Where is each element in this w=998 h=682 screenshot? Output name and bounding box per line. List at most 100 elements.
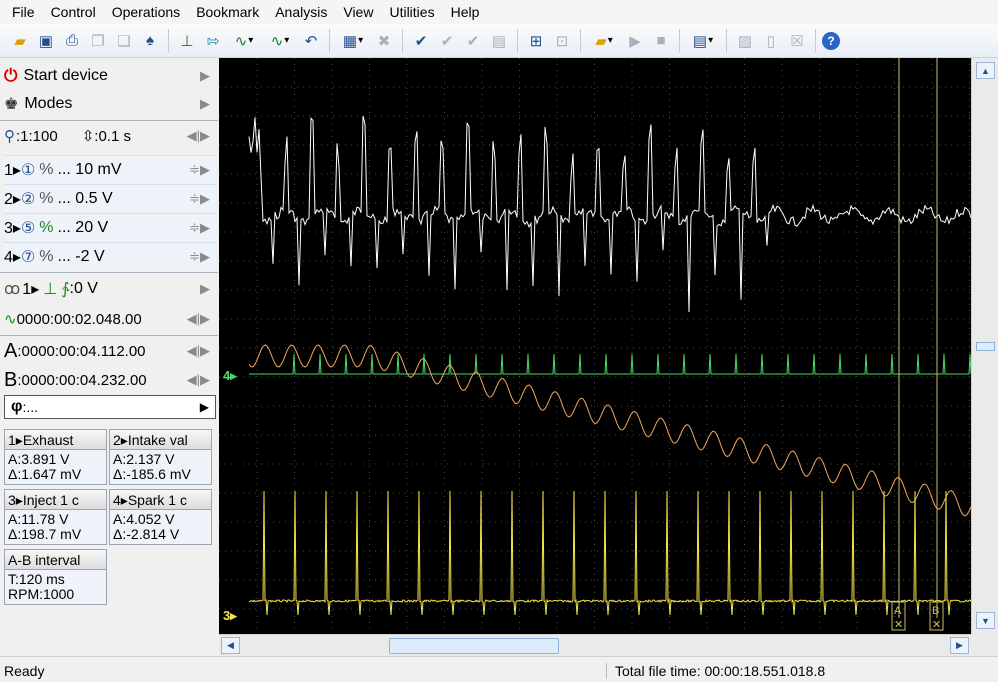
chevron-right-icon: ▶ <box>200 68 210 83</box>
scroll-right-icon[interactable]: ▶ <box>950 637 969 654</box>
menu-bookmark[interactable]: Bookmark <box>188 0 267 24</box>
status-bar: Ready Total file time: 00:00:18.551.018.… <box>0 656 998 682</box>
copy-icon[interactable]: ❐ <box>86 29 110 53</box>
check-all-icon[interactable]: ✔ <box>461 29 485 53</box>
open-macro-icon[interactable]: ▰ <box>587 29 621 53</box>
arrow-probe-icon[interactable]: ⇰ <box>201 29 225 53</box>
menu-file[interactable]: File <box>4 0 43 24</box>
signal-down-icon[interactable]: ∿ <box>263 29 297 53</box>
trigger-level-icon: ∱ <box>61 281 70 298</box>
info-header: 1▸Exhaust <box>5 430 106 450</box>
adjust-arrows-icon[interactable]: ◀|▶ <box>187 128 210 144</box>
adjust-arrows-icon[interactable]: ≑▶ <box>189 191 210 207</box>
scroll-up-icon[interactable]: ▲ <box>976 62 995 79</box>
save-icon[interactable]: ▣ <box>34 29 58 53</box>
cursor-b-tag: B <box>932 605 939 617</box>
oscilloscope-display[interactable]: 4▸ 3▸ A ✕ B ✕ <box>219 58 971 634</box>
signal-up-icon[interactable]: ∿ <box>227 29 261 53</box>
stop-macro-icon[interactable]: ■ <box>649 29 673 53</box>
channel-4-number-icon: ⑦ <box>20 248 36 266</box>
menu-bar: File Control Operations Bookmark Analysi… <box>0 0 998 24</box>
cursor-b-row[interactable]: B :0000:00:04.232.00 ◀|▶ <box>4 366 216 394</box>
channel-row-2[interactable]: 2▸ ② % ... 0.5 V ≑▶ <box>4 184 216 212</box>
trigger-level: :0 V <box>69 280 98 297</box>
check-down-icon[interactable]: ✔ <box>435 29 459 53</box>
menu-analysis[interactable]: Analysis <box>267 0 335 24</box>
cursor-a-close-icon[interactable]: ✕ <box>894 619 903 631</box>
menu-control[interactable]: Control <box>43 0 104 24</box>
macro-list-icon[interactable]: ▤ <box>686 29 720 53</box>
pretrigger-icon: ∿ <box>4 311 17 328</box>
channel-3-label: 3▸ <box>4 219 21 237</box>
adjust-arrows-icon[interactable]: ◀|▶ <box>187 343 210 359</box>
trigger-time-row[interactable]: ∿ 0000:00:02.048.00 ◀|▶ <box>4 305 216 333</box>
image-icon[interactable]: ▨ <box>733 29 757 53</box>
channel-row-1[interactable]: 1▸ ① % ... 10 mV ≑▶ <box>4 155 216 183</box>
menu-view[interactable]: View <box>335 0 381 24</box>
cursor-a-row[interactable]: A :0000:00:04.112.00 ◀|▶ <box>4 337 216 365</box>
cursor-a-time: :0000:00:04.112.00 <box>17 342 146 360</box>
cursor-b-close-icon[interactable]: ✕ <box>932 619 941 631</box>
vertical-scroll-thumb[interactable] <box>976 342 995 351</box>
channel-2-label: 2▸ <box>4 190 21 208</box>
probe-icon: % <box>39 247 54 265</box>
document-icon[interactable]: ▤ <box>487 29 511 53</box>
divider <box>0 120 218 121</box>
delete-icon[interactable]: ✖ <box>372 29 396 53</box>
play-macro-icon[interactable]: ▶ <box>623 29 647 53</box>
modes-icon: ♚ <box>4 96 19 113</box>
chart-icon[interactable]: ▦ <box>336 29 370 53</box>
adjust-arrows-icon[interactable]: ≑▶ <box>189 249 210 265</box>
toolbar-separator <box>580 28 581 53</box>
check-icon[interactable]: ✔ <box>409 29 433 53</box>
adjust-arrows-icon[interactable]: ≑▶ <box>189 162 210 178</box>
zoom-cursor-icon[interactable]: ⊡ <box>550 29 574 53</box>
zoom-row[interactable]: ⚲ :1:100 ⇳ :0.1 s ◀|▶ <box>4 122 216 150</box>
cursor-a-tag: A <box>894 605 902 617</box>
channel-2-value: ... 0.5 V <box>57 189 113 207</box>
close-doc-icon[interactable]: ☒ <box>785 29 809 53</box>
open-folder-icon[interactable]: ▰ <box>8 29 32 53</box>
horizontal-scrollbar[interactable]: ◀ ▶ <box>219 634 971 656</box>
channel-4-value: ... -2 V <box>57 247 105 265</box>
menu-help[interactable]: Help <box>443 0 488 24</box>
info-header: A-B interval <box>5 550 106 570</box>
modes-button[interactable]: ♚ Modes ▶ <box>4 90 216 118</box>
undo-icon[interactable]: ↶ <box>299 29 323 53</box>
phase-selector[interactable]: φ :... ▶ <box>4 395 216 419</box>
trigger-icon[interactable]: ⊥ <box>175 29 199 53</box>
adjust-arrows-icon[interactable]: ◀|▶ <box>187 372 210 388</box>
info-a-value: A:3.891 V <box>8 451 70 467</box>
vertical-scrollbar[interactable]: ▲ ▼ <box>971 58 998 634</box>
start-device-button[interactable]: ⏻ Start device ▶ <box>4 62 216 90</box>
menu-utilities[interactable]: Utilities <box>381 0 442 24</box>
info-box-intake: 2▸Intake val A:2.137 V Δ:-185.6 mV <box>109 429 212 485</box>
adjust-arrows-icon[interactable]: ◀|▶ <box>187 311 210 327</box>
time-div-value: :0.1 s <box>94 127 131 145</box>
page-icon[interactable]: ▯ <box>759 29 783 53</box>
probe-icon[interactable]: ♠ <box>138 29 162 53</box>
time-scale-icon: ⇳ <box>81 128 95 145</box>
channel-3-marker: 3▸ <box>223 608 238 623</box>
channel-row-4[interactable]: 4▸ ⑦ % ... -2 V ≑▶ <box>4 242 216 270</box>
power-icon: ⏻ <box>4 66 18 85</box>
channel-3-number-icon: ⑤ <box>20 219 36 237</box>
chevron-right-icon: ▶ <box>200 96 210 111</box>
scroll-down-icon[interactable]: ▼ <box>976 612 995 629</box>
channel-row-3[interactable]: 3▸ ⑤ % ... 20 V ≑▶ <box>4 213 216 241</box>
menu-operations[interactable]: Operations <box>104 0 188 24</box>
cursor-b-icon: B <box>4 368 18 391</box>
print-icon[interactable]: ⎙ <box>60 29 84 53</box>
channel-1-label: 1▸ <box>4 161 21 179</box>
total-file-time: Total file time: 00:00:18.551.018.8 <box>606 663 825 679</box>
help-icon[interactable]: ? <box>822 31 840 50</box>
trace-channel-4 <box>249 353 971 375</box>
horizontal-scroll-thumb[interactable] <box>389 638 559 654</box>
scroll-left-icon[interactable]: ◀ <box>221 637 240 654</box>
status-text: Ready <box>4 663 45 679</box>
zoom-fit-icon[interactable]: ⊞ <box>524 29 548 53</box>
trigger-row[interactable]: ꝏ 1▸ ⊥ ∱ :0 V ▶ <box>4 275 216 303</box>
paste-icon[interactable]: ❏ <box>112 29 136 53</box>
toolbar-separator <box>679 28 680 53</box>
adjust-arrows-icon[interactable]: ≑▶ <box>189 220 210 236</box>
